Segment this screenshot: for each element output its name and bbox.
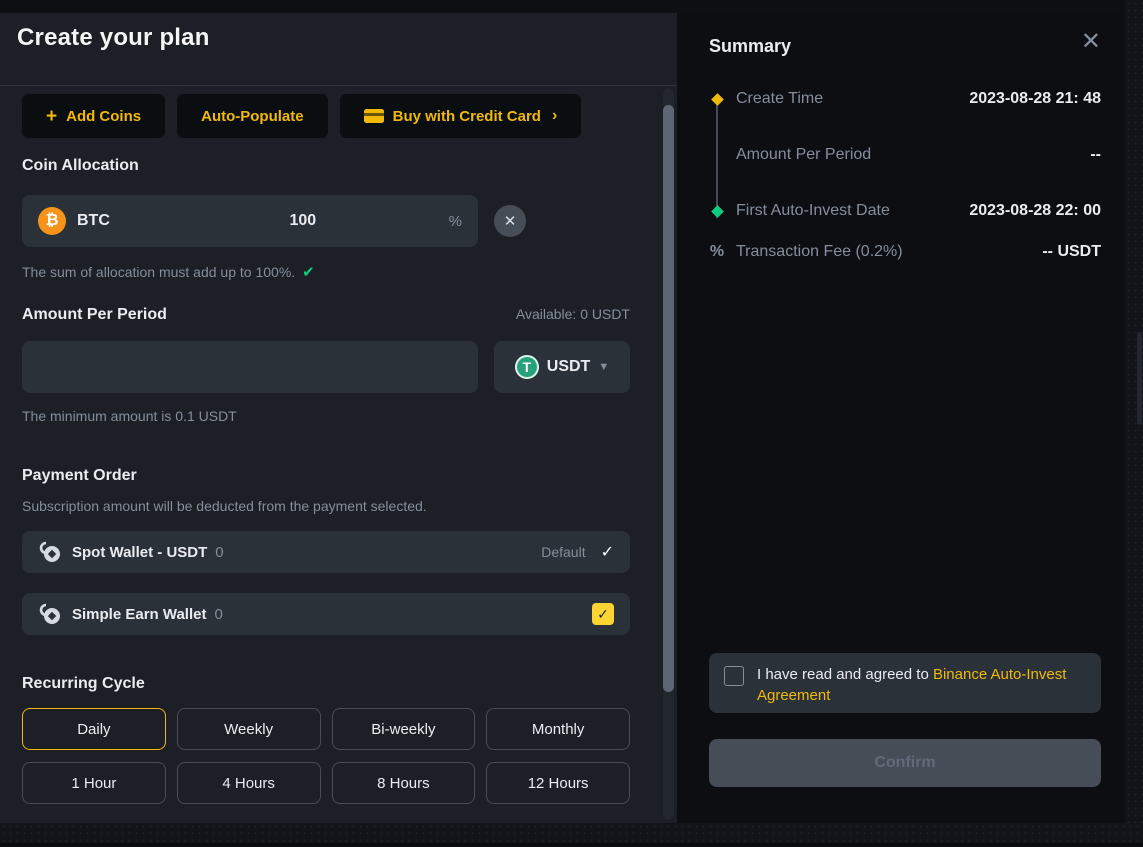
row-value: -- [1090,146,1101,164]
btc-allocation-field[interactable]: ₿ BTC 100 % [22,195,478,247]
row-value: 2023-08-28 22: 00 [969,202,1101,220]
btc-icon: ₿ [38,207,66,235]
wallet-balance: 0 [214,606,592,623]
close-icon: ✕ [1081,28,1101,55]
check-icon: ✔ [302,263,315,281]
percent-icon: % [710,243,724,261]
simple-earn-wallet-row[interactable]: Simple Earn Wallet 0 ✓ [22,593,630,635]
plan-form: + Add Coins Auto-Populate Buy with Credi… [22,87,630,823]
page-scrollbar-thumb[interactable] [1137,332,1142,425]
coin-allocation-heading: Coin Allocation [22,157,630,175]
coin-allocation-row: ₿ BTC 100 % ✕ [22,195,630,247]
backdrop-top-edge [0,0,1143,13]
cycle-option-weekly[interactable]: Weekly [177,708,321,750]
currency-label: USDT [547,358,591,376]
summary-row-create-time: Create Time 2023-08-28 21: 48 [709,90,1101,108]
summary-panel: Summary ✕ Create Time 2023-08-28 21: 48 … [677,0,1125,823]
spot-wallet-row[interactable]: Spot Wallet - USDT 0 Default ✓ [22,531,630,573]
close-modal-button[interactable]: ✕ [1081,32,1101,52]
cycle-option-monthly[interactable]: Monthly [486,708,630,750]
check-icon: ✓ [601,542,614,562]
row-label: First Auto-Invest Date [736,202,969,220]
agreement-box: I have read and agreed to Binance Auto-I… [709,653,1101,713]
available-balance: Available: 0 USDT [516,306,630,322]
recurring-cycle-heading: Recurring Cycle [22,675,630,693]
summary-row-amount-per-period: Amount Per Period -- [709,146,1101,164]
buy-credit-card-label: Buy with Credit Card [393,108,541,125]
cycle-option-4-hours[interactable]: 4 Hours [177,762,321,804]
allocation-hint: The sum of allocation must add up to 100… [22,263,630,281]
scrollbar-thumb[interactable] [663,105,674,692]
add-coins-label: Add Coins [66,108,141,125]
row-value: -- USDT [1042,243,1101,261]
auto-populate-button[interactable]: Auto-Populate [177,94,328,138]
buy-with-credit-card-button[interactable]: Buy with Credit Card › [340,94,582,138]
toolbar: + Add Coins Auto-Populate Buy with Credi… [22,94,630,138]
auto-invest-modal: Create your plan + Add Coins Auto-Popula… [0,0,1143,847]
confirm-button[interactable]: Confirm [709,739,1101,787]
wallet-name: Spot Wallet - USDT [72,544,207,561]
percent-unit: % [449,213,462,230]
amount-row: T USDT ▼ [22,341,630,393]
amount-per-period-header: Amount Per Period Available: 0 USDT [22,306,630,324]
chevron-right-icon: › [552,107,557,125]
summary-timeline: Create Time 2023-08-28 21: 48 Amount Per… [709,90,1101,261]
close-icon: ✕ [504,212,517,230]
allocation-hint-text: The sum of allocation must add up to 100… [22,264,295,280]
wallet-checkbox-checked[interactable]: ✓ [592,603,614,625]
chevron-down-icon: ▼ [598,361,609,373]
default-badge: Default [541,544,585,560]
cycle-option-biweekly[interactable]: Bi-weekly [332,708,476,750]
summary-row-transaction-fee: % Transaction Fee (0.2%) -- USDT [709,243,1101,261]
remove-coin-button[interactable]: ✕ [494,205,526,237]
row-value: 2023-08-28 21: 48 [969,90,1101,108]
summary-header: Summary ✕ [709,36,1101,57]
amount-per-period-heading: Amount Per Period [22,306,167,324]
marker-cell [709,95,725,104]
payment-order-description: Subscription amount will be deducted fro… [22,498,630,514]
cycle-option-12-hours[interactable]: 12 Hours [486,762,630,804]
summary-row-first-auto-invest-date: First Auto-Invest Date 2023-08-28 22: 00 [709,202,1101,220]
page-title: Create your plan [17,24,210,52]
allocation-input[interactable]: 100 [165,212,441,230]
credit-card-icon [364,109,384,123]
yellow-diamond-icon [711,93,724,106]
green-diamond-icon [711,205,724,218]
add-coins-button[interactable]: + Add Coins [22,94,165,138]
create-plan-panel: Create your plan + Add Coins Auto-Popula… [0,0,677,823]
minimum-amount-hint: The minimum amount is 0.1 USDT [22,408,630,424]
payment-order-heading: Payment Order [22,467,630,485]
plus-icon: + [46,107,57,126]
usdt-icon: T [515,355,539,379]
cycle-option-8-hours[interactable]: 8 Hours [332,762,476,804]
row-label: Transaction Fee (0.2%) [736,243,1042,261]
backdrop-bottom-edge [0,843,1143,847]
wallet-balance: 0 [215,544,541,561]
row-label: Amount Per Period [736,146,1090,164]
marker-cell: % [709,243,725,261]
agreement-text: I have read and agreed to Binance Auto-I… [757,664,1086,706]
coins-icon [38,540,62,564]
currency-select[interactable]: T USDT ▼ [494,341,630,393]
backdrop-bottom-strip [0,823,1143,843]
agreement-prefix: I have read and agreed to [757,666,933,683]
coin-name: BTC [77,212,165,230]
marker-cell [709,207,725,216]
amount-input[interactable] [22,341,478,393]
coins-icon [38,602,62,626]
auto-populate-label: Auto-Populate [201,108,304,125]
agreement-checkbox[interactable] [724,666,744,686]
cycle-option-1-hour[interactable]: 1 Hour [22,762,166,804]
cycle-option-daily[interactable]: Daily [22,708,166,750]
summary-heading: Summary [709,36,791,57]
wallet-name: Simple Earn Wallet [72,606,206,623]
recurring-cycle-options: Daily Weekly Bi-weekly Monthly 1 Hour 4 … [22,708,630,804]
scrollbar-track[interactable] [663,89,674,819]
row-label: Create Time [736,90,969,108]
